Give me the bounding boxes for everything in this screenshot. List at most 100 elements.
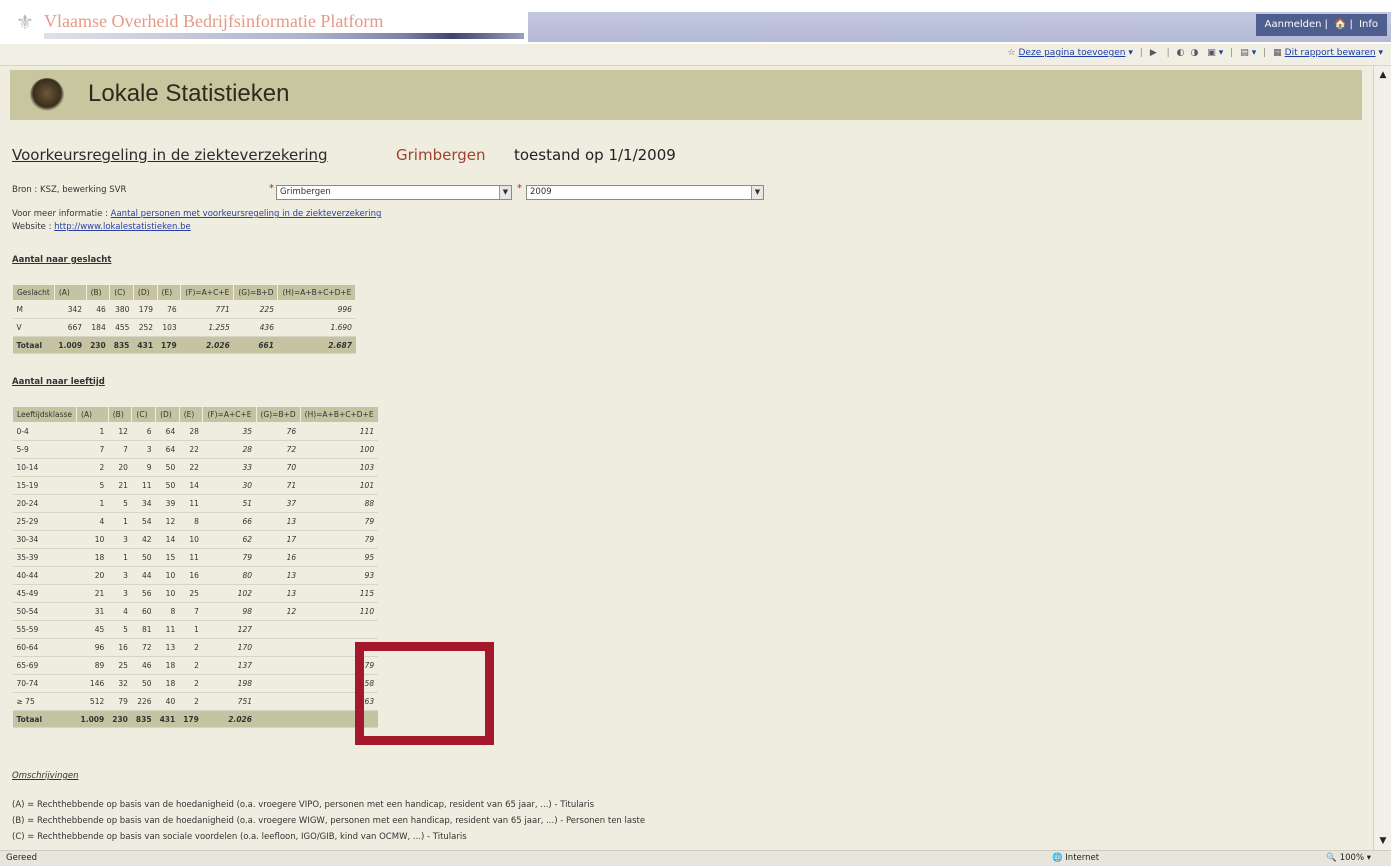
table-cell: 2 xyxy=(179,638,203,657)
total-cell: 2.687 xyxy=(277,336,356,354)
more-info-line: Voor meer informatie : Aantal personen m… xyxy=(12,209,381,219)
total-cell xyxy=(256,710,301,728)
table-cell: 8 xyxy=(179,512,203,531)
column-header: (A) xyxy=(76,406,109,423)
year-select[interactable]: 2009 ▼ xyxy=(526,185,764,200)
table-cell: 66 xyxy=(202,512,256,531)
table-cell: 45-49 xyxy=(12,584,77,603)
table-cell: 252 xyxy=(133,318,158,337)
table-cell: 1 xyxy=(179,620,203,639)
table-cell: 37 xyxy=(256,494,301,513)
top-links: Aanmelden | 🏠 | Info xyxy=(1255,14,1387,36)
total-cell: 1.009 xyxy=(76,710,109,728)
play-icon[interactable]: ▶ xyxy=(1150,48,1157,58)
table-cell: 33 xyxy=(202,458,256,477)
table-cell: 40-44 xyxy=(12,566,77,585)
table-cell: 996 xyxy=(277,300,356,319)
column-header: (B) xyxy=(107,406,133,423)
save-report-button[interactable]: Dit rapport bewaren xyxy=(1285,48,1376,58)
table-cell: 1.255 xyxy=(180,318,234,337)
table-cell: 30-34 xyxy=(12,530,77,549)
table-cell: 25 xyxy=(108,656,132,675)
table-cell: 13 xyxy=(256,584,301,603)
chevron-down-icon[interactable]: ▼ xyxy=(499,186,511,199)
login-link[interactable]: Aanmelden xyxy=(1265,19,1322,30)
table-cell: 50 xyxy=(155,476,180,495)
table-cell: 10 xyxy=(155,566,180,585)
browser-window: ⚜ Vlaamse Overheid Bedrijfsinformatie Pl… xyxy=(0,0,1391,866)
table-cell: 72 xyxy=(131,638,156,657)
table-cell: 17 xyxy=(256,530,301,549)
add-page-button[interactable]: Deze pagina toevoegen xyxy=(1019,48,1126,58)
table-cell: 12 xyxy=(256,602,301,621)
table-cell: 3 xyxy=(108,566,132,585)
security-zone-label: Internet xyxy=(1065,853,1100,863)
scroll-down-icon[interactable]: ▼ xyxy=(1376,834,1390,848)
table-cell: 79 xyxy=(108,692,132,711)
table-cell: 103 xyxy=(157,318,181,337)
more-info-link[interactable]: Aantal personen met voorkeursregeling in… xyxy=(111,209,382,219)
table-cell: 103 xyxy=(300,458,379,477)
table-cell: 18 xyxy=(76,548,109,567)
table-cell: 31 xyxy=(76,602,109,621)
home-icon[interactable]: 🏠 xyxy=(1334,19,1346,30)
print-icon[interactable]: ▤ xyxy=(1240,48,1249,58)
table-cell: 25-29 xyxy=(12,512,77,531)
table-cell: 5 xyxy=(76,476,109,495)
total-cell: 179 xyxy=(179,710,203,728)
table-cell: 45 xyxy=(76,620,109,639)
table-cell: 28 xyxy=(179,422,203,441)
chevron-down-icon[interactable]: ▼ xyxy=(751,186,763,199)
legend-title: Omschrijvingen xyxy=(12,771,79,781)
total-row: Totaal 1.009 230 835 431 179 2.026 661 2.687 xyxy=(12,336,356,354)
column-header: (E) xyxy=(156,284,182,301)
table-cell xyxy=(256,638,301,657)
status-text: Gereed xyxy=(6,853,37,863)
lokale-statistieken-logo-icon xyxy=(30,78,64,112)
copy-icon[interactable]: ▣ xyxy=(1207,48,1216,58)
column-header: (D) xyxy=(132,284,158,301)
table-cell: 64 xyxy=(155,422,180,441)
table-cell xyxy=(256,656,301,675)
table-cell: 50-54 xyxy=(12,602,77,621)
table-cell: 51 xyxy=(202,494,256,513)
total-cell: Totaal xyxy=(12,710,77,728)
section-title-gender[interactable]: Aantal naar geslacht xyxy=(12,255,111,265)
forward-icon[interactable]: ◑ xyxy=(1191,48,1199,58)
scroll-up-icon[interactable]: ▲ xyxy=(1376,68,1390,82)
legend-line: (B) = Rechthebbende op basis van de hoed… xyxy=(12,816,646,826)
back-icon[interactable]: ◐ xyxy=(1177,48,1185,58)
website-link[interactable]: http://www.lokalestatistieken.be xyxy=(54,222,191,232)
table-cell: 56 xyxy=(131,584,156,603)
table-row: 40-44 20 3 44 10 16 80 13 93 xyxy=(12,566,379,585)
total-cell: 1.009 xyxy=(54,336,87,354)
municipality-select[interactable]: Grimbergen ▼ xyxy=(276,185,512,200)
vertical-scrollbar[interactable]: ▲ ▼ xyxy=(1373,66,1391,850)
table-cell: 96 xyxy=(76,638,109,657)
report-date: toestand op 1/1/2009 xyxy=(514,146,676,164)
table-cell: 771 xyxy=(180,300,234,319)
report-title[interactable]: Voorkeursregeling in de ziekteverzekerin… xyxy=(12,146,328,164)
table-row: 65-69 89 25 46 18 2 137 179 xyxy=(12,656,379,675)
table-cell: 39 xyxy=(155,494,180,513)
table-cell: 88 xyxy=(300,494,379,513)
legend-line: (A) = Rechthebbende op basis van de hoed… xyxy=(12,800,595,810)
table-cell: 42 xyxy=(131,530,156,549)
table-cell: 7 xyxy=(108,440,132,459)
info-link[interactable]: Info xyxy=(1359,19,1378,30)
table-cell: 12 xyxy=(155,512,180,531)
gender-table: Geslacht (A) (B) (C) (D) (E) (F)=A+C+E (G)=B+D(… xyxy=(12,284,357,354)
table-cell: 79 xyxy=(202,548,256,567)
website-line: Website : http://www.lokalestatistieken.… xyxy=(12,222,191,232)
site-title[interactable]: Vlaamse Overheid Bedrijfsinformatie Plat… xyxy=(44,11,383,32)
table-cell: 3 xyxy=(108,530,132,549)
zoom-level[interactable]: 🔍 100% ▾ xyxy=(1326,853,1371,863)
table-cell: M xyxy=(12,300,55,319)
total-cell: 179 xyxy=(157,336,181,354)
table-row: 10-14 2 20 9 50 22 33 70 103 xyxy=(12,458,379,477)
section-title-age[interactable]: Aantal naar leeftijd xyxy=(12,377,105,387)
table-row: ≥ 75 512 79 226 40 2 751 863 xyxy=(12,692,379,711)
table-cell: 50 xyxy=(155,458,180,477)
table-cell: 13 xyxy=(256,512,301,531)
column-header: (D) xyxy=(155,406,180,423)
